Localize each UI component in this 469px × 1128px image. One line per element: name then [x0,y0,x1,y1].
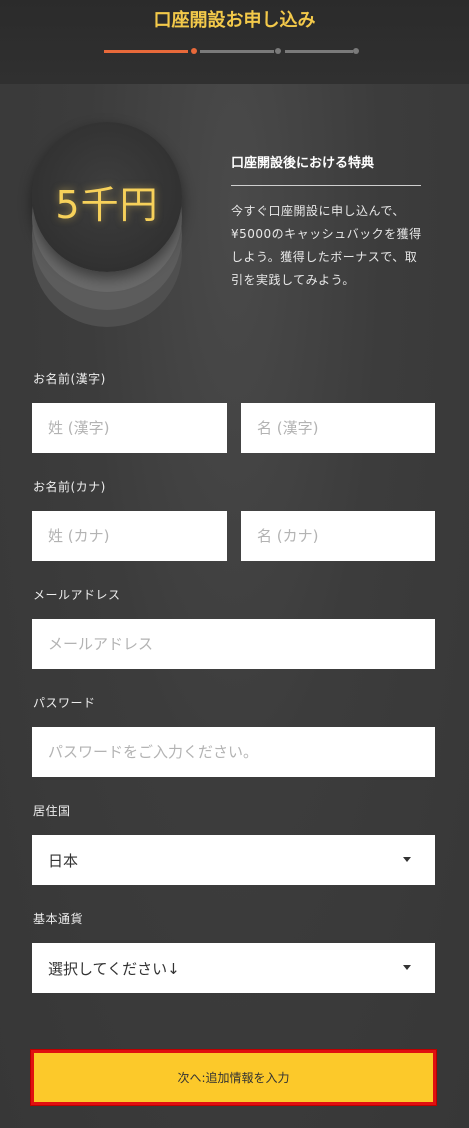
name-kana-label: お名前(カナ) [33,480,106,494]
header: 口座開設お申し込み [0,0,469,84]
currency-label: 基本通貨 [33,912,84,926]
coin-stack-graphic: 5千円 [32,122,182,327]
progress-segment [285,50,353,53]
password-input[interactable] [32,727,435,777]
bonus-description: 今すぐ口座開設に申し込んで、¥5000のキャッシュバックを獲得しよう。獲得したボ… [231,204,422,287]
currency-select-value: 選択してください↓ [48,960,180,978]
last-name-kana-input[interactable] [32,511,227,561]
step-progress [104,46,360,56]
progress-dot-current [191,48,197,54]
country-select-value: 日本 [48,852,79,870]
first-name-kanji-input[interactable] [241,403,435,453]
email-label: メールアドレス [33,588,121,602]
password-label: パスワード [33,696,96,710]
currency-select[interactable]: 選択してください↓ [32,943,435,993]
progress-dot [275,48,281,54]
coin-top: 5千円 [32,122,182,272]
progress-dot [353,48,359,54]
country-select[interactable]: 日本 [32,835,435,885]
country-label: 居住国 [33,804,71,818]
bonus-title: 口座開設後における特典 [231,156,375,171]
caret-down-icon [403,857,411,862]
progress-segment-active [104,50,188,53]
next-button[interactable]: 次へ:追加情報を入力 [31,1050,436,1105]
last-name-kanji-input[interactable] [32,403,227,453]
page-title: 口座開設お申し込み [153,10,316,31]
email-input[interactable] [32,619,435,669]
name-kanji-label: お名前(漢字) [33,372,106,386]
caret-down-icon [403,965,411,970]
bonus-divider [231,185,421,186]
first-name-kana-input[interactable] [241,511,435,561]
coin-amount: 5千円 [55,183,159,227]
progress-segment [200,50,274,53]
